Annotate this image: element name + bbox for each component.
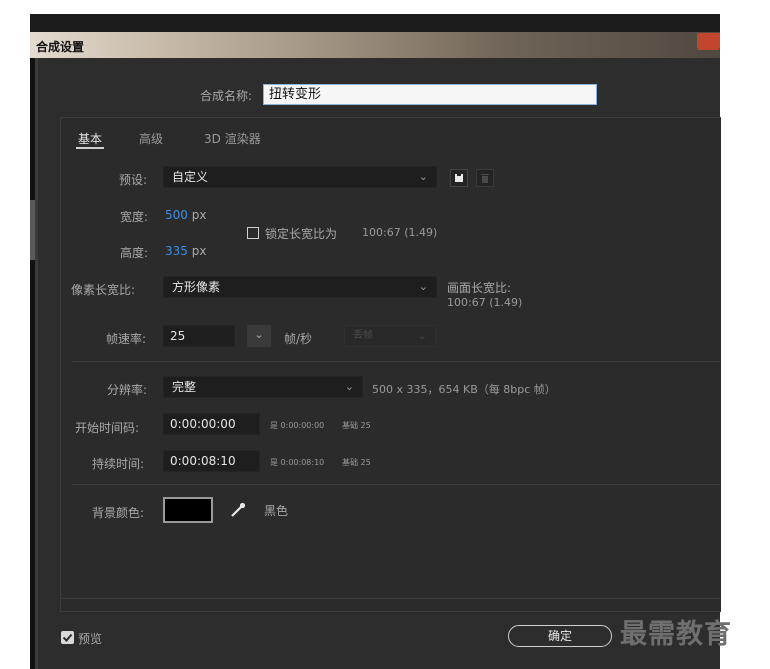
settings-panel	[60, 117, 721, 612]
separator	[60, 598, 720, 599]
background-color-swatch[interactable]	[163, 497, 213, 523]
top-dark-strip	[30, 14, 720, 32]
close-button[interactable]	[697, 33, 720, 50]
chevron-down-icon: ⌄	[417, 329, 427, 342]
title-bar	[30, 32, 720, 58]
drop-frame-value: 丢帧	[353, 330, 373, 341]
resolution-value: 完整	[172, 380, 197, 394]
frame-aspect-value: 100:67 (1.49)	[447, 296, 523, 309]
resolution-dropdown[interactable]: 完整 ⌄	[163, 376, 363, 398]
tab-basic-underline	[76, 147, 104, 149]
left-scroll-thumb[interactable]	[30, 200, 35, 260]
background-color-label: 背景颜色:	[92, 506, 145, 520]
height-field[interactable]: 335 px	[165, 244, 206, 258]
start-timecode-note: 是 0:00:00:00	[270, 421, 325, 430]
chevron-down-icon: ⌄	[254, 328, 264, 341]
delete-preset-button[interactable]	[476, 169, 494, 187]
drop-frame-dropdown[interactable]: 丢帧 ⌄	[344, 325, 436, 347]
frame-rate-unit: 帧/秒	[284, 332, 313, 346]
window-title: 合成设置	[36, 40, 85, 54]
duration-note: 是 0:00:08:10	[270, 458, 325, 467]
eyedropper-button[interactable]	[228, 500, 248, 520]
preview-checkbox[interactable]	[61, 631, 74, 644]
tab-3d-renderer[interactable]: 3D 渲染器	[204, 130, 261, 147]
resolution-label: 分辨率:	[107, 383, 148, 397]
comp-name-label: 合成名称:	[200, 89, 253, 103]
width-value[interactable]: 500	[165, 208, 188, 222]
separator	[72, 361, 720, 362]
ok-button[interactable]: 确定	[508, 625, 612, 647]
preview-label: 预览	[78, 632, 103, 646]
chevron-down-icon: ⌄	[418, 170, 428, 183]
duration-input[interactable]: 0:00:08:10	[163, 450, 260, 472]
resolution-info: 500 x 335，654 KB（每 8bpc 帧）	[372, 383, 556, 396]
pixel-aspect-label: 像素长宽比:	[71, 283, 136, 297]
ok-button-label: 确定	[547, 629, 572, 643]
preset-label: 预设:	[119, 173, 148, 187]
left-edge-inner	[35, 58, 38, 669]
lock-aspect-label: 锁定长宽比为	[265, 227, 338, 241]
chevron-down-icon: ⌄	[418, 280, 428, 293]
frame-rate-menu-button[interactable]: ⌄	[247, 325, 271, 347]
checkmark-icon	[62, 633, 73, 642]
frame-rate-label: 帧速率:	[106, 332, 147, 346]
preset-value: 自定义	[172, 170, 209, 184]
tab-advanced[interactable]: 高级	[139, 130, 163, 147]
width-field[interactable]: 500 px	[165, 208, 206, 222]
trash-icon	[481, 174, 489, 183]
duration-label: 持续时间:	[92, 457, 145, 471]
eyedropper-icon	[231, 502, 246, 517]
start-timecode-base: 基础 25	[342, 421, 371, 430]
lock-aspect-ratio: 100:67 (1.49)	[362, 226, 438, 239]
start-timecode-input[interactable]: 0:00:00:00	[163, 413, 260, 435]
preset-dropdown[interactable]: 自定义 ⌄	[163, 166, 437, 188]
height-unit: px	[191, 244, 207, 258]
duration-base: 基础 25	[342, 458, 371, 467]
comp-name-input[interactable]: 扭转变形	[263, 84, 597, 105]
tab-basic[interactable]: 基本	[78, 130, 102, 147]
height-label: 高度:	[120, 246, 149, 260]
lock-aspect-checkbox[interactable]	[247, 227, 259, 239]
watermark: 最需教育	[620, 619, 732, 650]
background-color-name: 黑色	[264, 504, 289, 518]
separator	[72, 484, 720, 485]
pixel-aspect-value: 方形像素	[172, 280, 221, 294]
frame-rate-input[interactable]: 25	[163, 325, 235, 347]
width-label: 宽度:	[120, 210, 149, 224]
pixel-aspect-dropdown[interactable]: 方形像素 ⌄	[163, 276, 437, 298]
save-icon	[455, 174, 463, 182]
width-unit: px	[191, 208, 207, 222]
save-preset-button[interactable]	[450, 169, 468, 187]
start-timecode-label: 开始时间码:	[75, 421, 140, 435]
frame-aspect-label: 画面长宽比:	[447, 281, 512, 295]
chevron-down-icon: ⌄	[344, 380, 354, 393]
height-value[interactable]: 335	[165, 244, 188, 258]
